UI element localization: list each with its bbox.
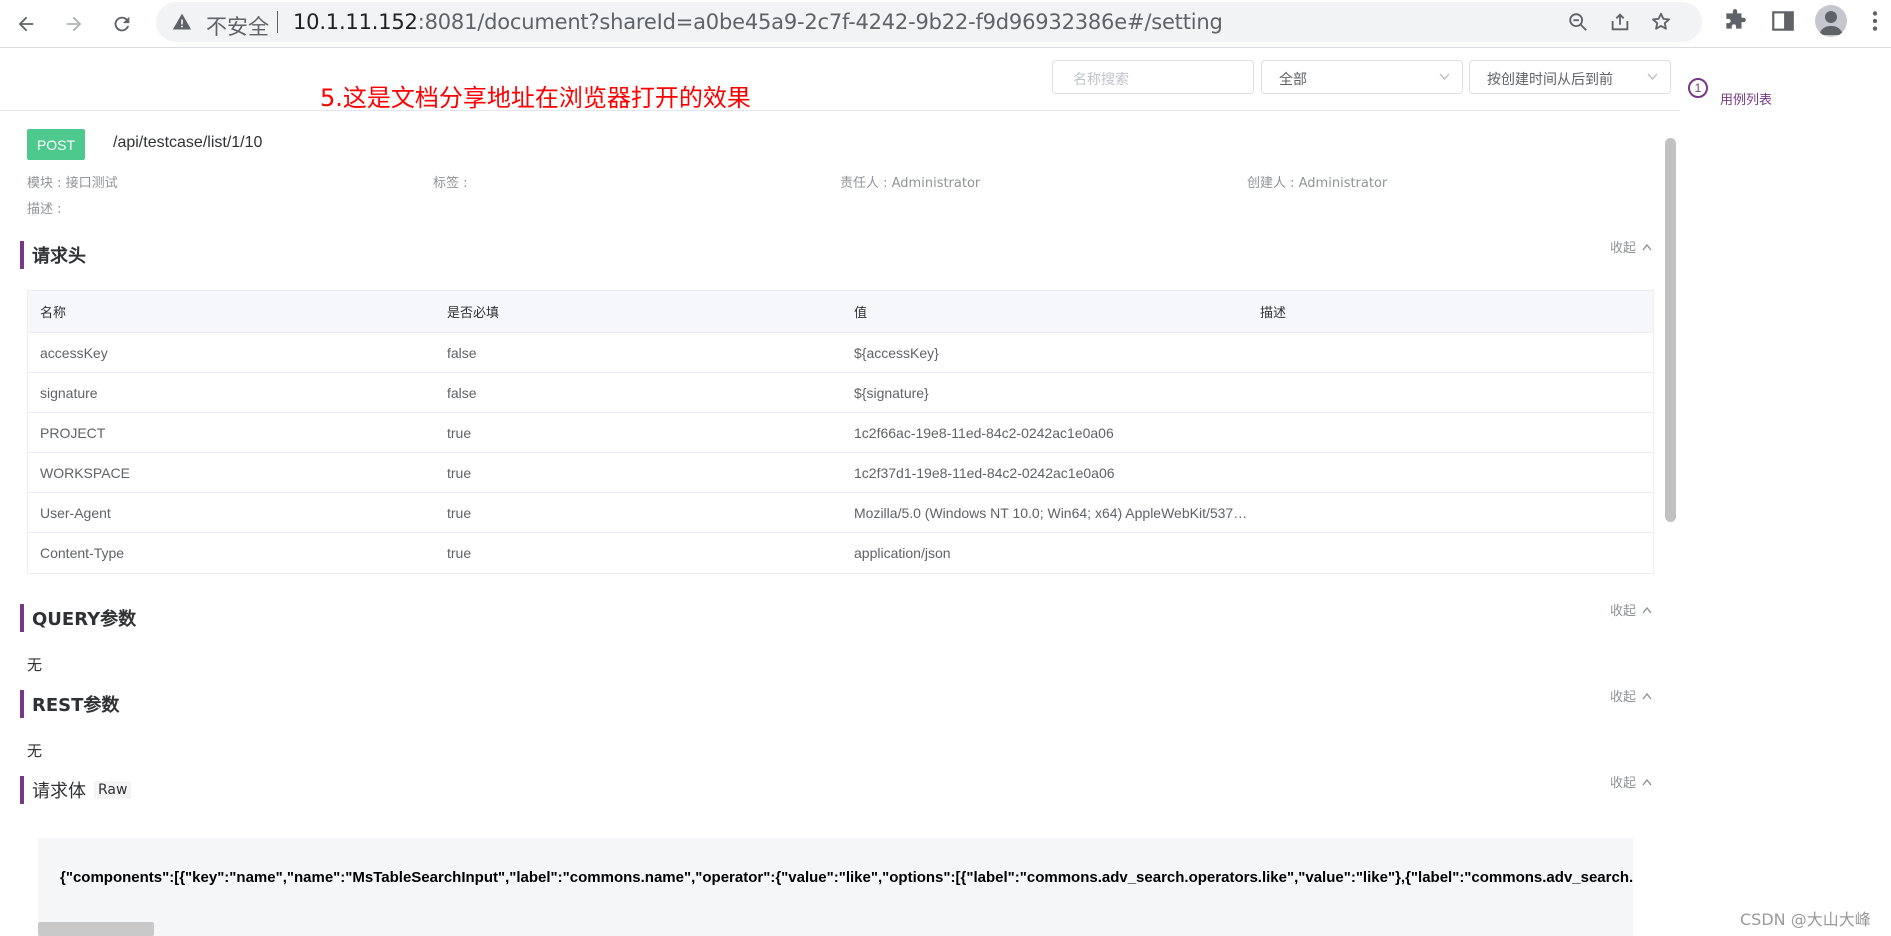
chevron-up-icon (1642, 606, 1652, 613)
collapse-label: 收起 (1610, 241, 1637, 256)
sort-select-value: 按创建时间从后到前 (1487, 72, 1613, 88)
header-value-cell: application/json (854, 545, 951, 561)
annotation-text: 5.这是文档分享地址在浏览器打开的效果 (320, 84, 751, 112)
table-row: User-Agent true Mozilla/5.0 (Windows NT … (28, 493, 1653, 533)
collapse-label: 收起 (1610, 776, 1637, 791)
column-header-value: 值 (854, 306, 868, 321)
extensions-icon[interactable] (1722, 8, 1748, 34)
header-name-cell: signature (40, 384, 98, 401)
chevron-up-icon (1642, 692, 1652, 699)
header-name-cell: User-Agent (40, 504, 111, 521)
warning-icon (172, 13, 192, 30)
forward-button[interactable] (56, 6, 92, 42)
table-row: Content-Type true application/json (28, 533, 1653, 573)
user-icon (1819, 11, 1843, 35)
arrow-left-icon (18, 16, 34, 32)
header-value-cell: ${accessKey} (854, 344, 939, 361)
reload-icon (114, 16, 130, 32)
header-required-cell: false (447, 344, 477, 361)
table-row: accessKey false ${accessKey} (28, 333, 1653, 373)
headers-section-title: 请求头 (20, 241, 86, 269)
browser-toolbar: 不安全 10.1.11.152:8081/document?shareId=a0… (0, 0, 1891, 48)
filter-select[interactable]: 全部 (1261, 60, 1463, 94)
description-meta: 描述 : (27, 202, 62, 217)
chevron-down-icon (1439, 73, 1450, 81)
chevron-down-icon (1647, 73, 1658, 81)
column-header-name: 名称 (40, 306, 67, 321)
header-value-cell: 1c2f66ac-19e8-11ed-84c2-0242ac1e0a06 (854, 424, 1114, 441)
step-number-badge: 1 (1688, 77, 1708, 98)
collapse-label: 收起 (1610, 604, 1637, 619)
owner-meta: 责任人 : Administrator (840, 176, 981, 191)
query-title-text: QUERY参数 (32, 609, 137, 630)
header-required-cell: true (447, 464, 472, 481)
header-value-cell: ${signature} (854, 384, 929, 401)
back-button[interactable] (8, 6, 44, 42)
url-host: 10.1.11.152 (293, 10, 418, 34)
reload-button[interactable] (104, 6, 140, 42)
share-icon[interactable] (1609, 11, 1631, 33)
address-bar[interactable]: 不安全 10.1.11.152:8081/document?shareId=a0… (156, 2, 1702, 42)
column-header-required: 是否必填 (447, 306, 500, 321)
header-value-cell: Mozilla/5.0 (Windows NT 10.0; Win64; x64… (854, 504, 1248, 521)
rest-collapse-toggle[interactable]: 收起 (1610, 686, 1652, 705)
rest-title-text: REST参数 (32, 695, 120, 716)
query-collapse-toggle[interactable]: 收起 (1610, 600, 1652, 619)
request-body-code: {"components":[{"key":"name","name":"MsT… (60, 869, 1633, 886)
collapse-label: 收起 (1610, 690, 1637, 705)
bookmark-star-icon[interactable] (1650, 11, 1672, 33)
horizontal-scrollbar[interactable] (38, 922, 154, 936)
module-meta: 模块 : 接口测试 (27, 176, 118, 191)
zoom-out-icon[interactable] (1567, 11, 1589, 33)
body-type-tag: Raw (94, 781, 132, 799)
body-title-text: 请求体 (32, 781, 86, 802)
filter-select-value: 全部 (1279, 72, 1307, 88)
case-list-label: 用例列表 (1720, 93, 1773, 108)
table-header-row: 名称 是否必填 值 描述 (28, 291, 1653, 333)
chevron-up-icon (1642, 243, 1652, 250)
side-panel-icon[interactable] (1770, 8, 1796, 34)
watermark-text: CSDN @大山大峰 (1740, 910, 1871, 929)
headers-title-text: 请求头 (32, 246, 86, 267)
arrow-right-icon (66, 16, 82, 32)
tags-meta: 标签 : (433, 176, 468, 191)
more-vert-icon[interactable] (1868, 8, 1882, 34)
column-header-description: 描述 (1260, 306, 1287, 321)
profile-avatar[interactable] (1815, 5, 1847, 37)
headers-table: 名称 是否必填 值 描述 accessKey false ${accessKey… (27, 290, 1654, 574)
query-section-title: QUERY参数 (20, 604, 136, 632)
header-name-cell: accessKey (40, 344, 108, 361)
table-row: signature false ${signature} (28, 373, 1653, 413)
table-row: WORKSPACE true 1c2f37d1-19e8-11ed-84c2-0… (28, 453, 1653, 493)
api-path: /api/testcase/list/1/10 (113, 134, 263, 151)
header-required-cell: true (447, 504, 472, 521)
body-section-title: 请求体 Raw (20, 776, 132, 804)
header-required-cell: true (447, 545, 472, 561)
case-list-link[interactable]: 1 用例列表 (1688, 77, 1773, 108)
method-badge: POST (27, 129, 85, 160)
query-none-text: 无 (27, 656, 43, 674)
body-collapse-toggle[interactable]: 收起 (1610, 772, 1652, 791)
vertical-scrollbar-thumb[interactable] (1665, 138, 1676, 522)
chevron-up-icon (1642, 778, 1652, 785)
rest-section-title: REST参数 (20, 690, 119, 718)
header-name-cell: Content-Type (40, 545, 125, 561)
sort-select[interactable]: 按创建时间从后到前 (1469, 60, 1671, 94)
headers-collapse-toggle[interactable]: 收起 (1610, 237, 1652, 256)
rest-none-text: 无 (27, 742, 43, 760)
header-required-cell: true (447, 424, 472, 441)
header-name-cell: PROJECT (40, 424, 106, 441)
name-search-input[interactable]: 名称搜索 (1052, 60, 1254, 94)
table-row: PROJECT true 1c2f66ac-19e8-11ed-84c2-024… (28, 413, 1653, 453)
header-name-cell: WORKSPACE (40, 464, 130, 481)
url-path: :8081/document?shareId=a0be45a9-2c7f-424… (417, 10, 1223, 34)
url-text[interactable]: 10.1.11.152:8081/document?shareId=a0be45… (293, 10, 1223, 34)
header-value-cell: 1c2f37d1-19e8-11ed-84c2-0242ac1e0a06 (854, 464, 1115, 481)
security-label[interactable]: 不安全 (206, 11, 269, 41)
address-divider (277, 11, 278, 33)
request-body-box[interactable]: {"components":[{"key":"name","name":"MsT… (38, 838, 1633, 936)
creator-meta: 创建人 : Administrator (1247, 176, 1388, 191)
header-required-cell: false (447, 384, 477, 401)
